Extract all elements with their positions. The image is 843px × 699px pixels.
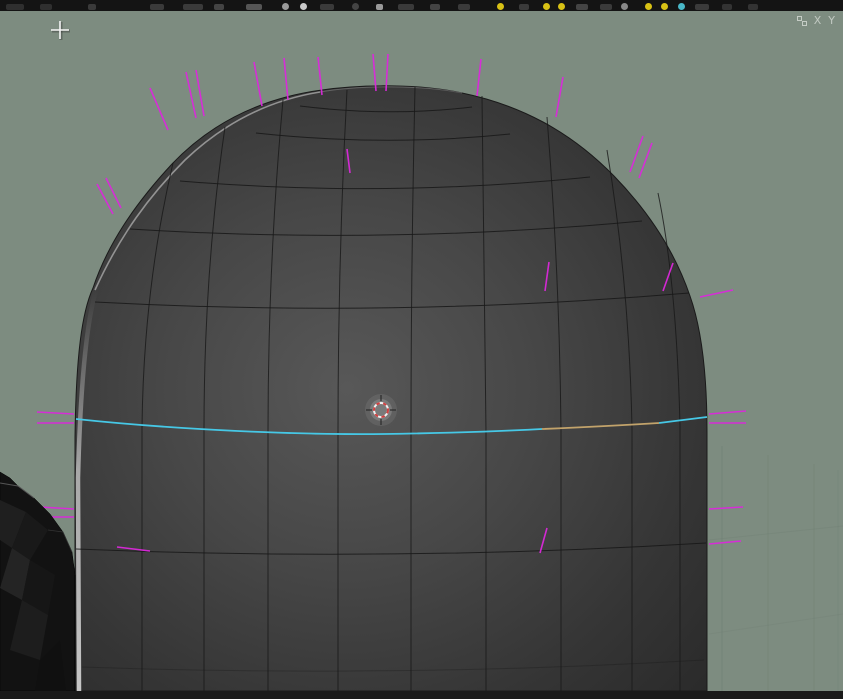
top-header-bar	[0, 0, 843, 11]
snap-magnet-icon[interactable]	[398, 4, 414, 10]
editor-type-icon[interactable]	[40, 4, 52, 10]
viewport-canvas[interactable]	[0, 11, 843, 691]
3d-cursor[interactable]	[365, 394, 397, 426]
gizmo-toggle-icon[interactable]	[600, 4, 612, 10]
tool-icon[interactable]	[376, 4, 383, 10]
proportional-edit-icon[interactable]	[430, 4, 440, 10]
tool-icon[interactable]	[246, 4, 262, 10]
toolbar-icon[interactable]	[722, 4, 732, 10]
pivot-icon[interactable]	[458, 4, 470, 10]
shading-sphere-icon[interactable]	[497, 3, 504, 10]
3d-viewport[interactable]: X Y	[0, 11, 843, 691]
shading-sphere-icon[interactable]	[558, 3, 565, 10]
axis-x-label[interactable]: X	[814, 15, 822, 27]
toolbar-icon[interactable]	[748, 4, 758, 10]
tool-icon[interactable]	[352, 3, 359, 10]
tool-icon[interactable]	[282, 3, 289, 10]
viewport-shading-icon[interactable]	[695, 4, 709, 10]
tool-icon[interactable]	[320, 4, 334, 10]
overlay-toggle-icon[interactable]	[576, 4, 588, 10]
viewport-shading-icon[interactable]	[661, 3, 668, 10]
mode-icon[interactable]	[88, 4, 96, 10]
tool-icon[interactable]	[300, 3, 307, 10]
viewport-options-icon[interactable]	[796, 16, 807, 26]
xray-toggle-icon[interactable]	[621, 3, 628, 10]
viewport-shading-icon[interactable]	[645, 3, 652, 10]
tool-icon[interactable]	[214, 4, 224, 10]
shading-sphere-icon[interactable]	[543, 3, 550, 10]
tool-icon[interactable]	[519, 4, 529, 10]
axis-y-label[interactable]: Y	[828, 15, 835, 27]
tool-icon[interactable]	[150, 4, 164, 10]
blender-window: X Y	[0, 0, 843, 699]
viewport-shading-icon[interactable]	[678, 3, 685, 10]
menu-icon[interactable]	[6, 4, 24, 10]
status-bar	[0, 691, 843, 699]
tool-icon[interactable]	[183, 4, 203, 10]
viewport-axis-overlay: X Y	[796, 15, 835, 27]
mesh-object[interactable]	[74, 85, 708, 691]
